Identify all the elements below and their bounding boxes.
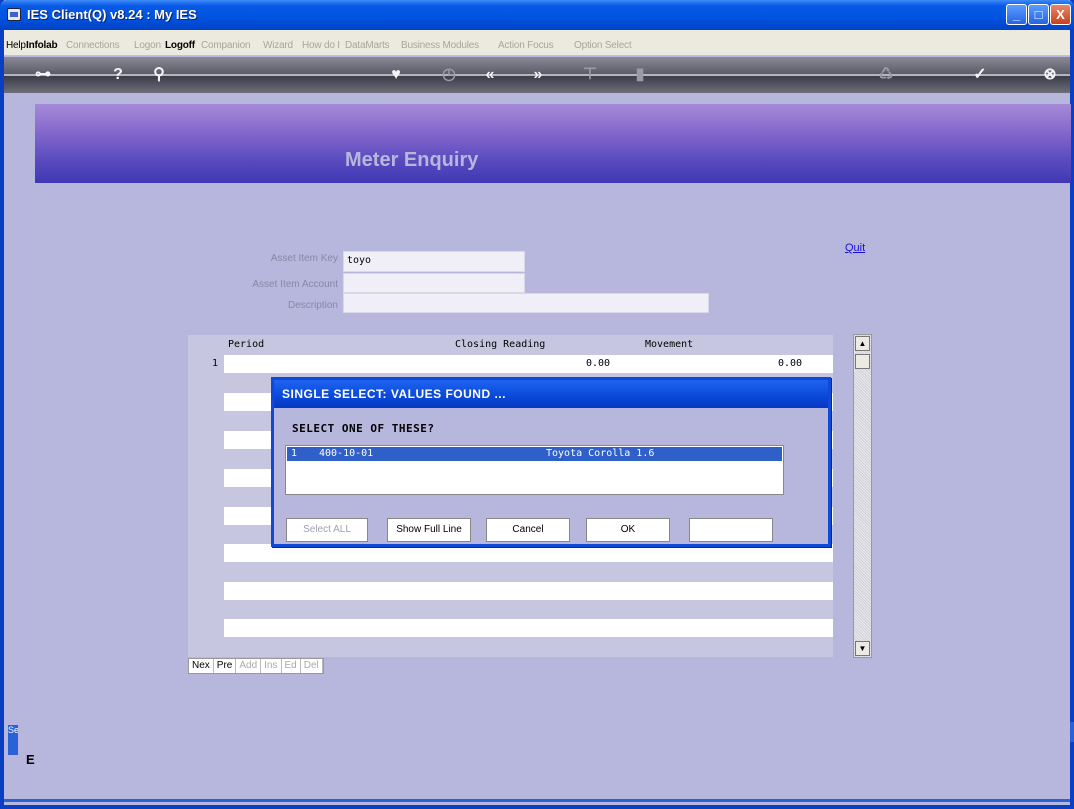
scroll-up-icon[interactable]: ▲ [855, 336, 870, 351]
page-banner: Meter Enquiry [35, 104, 1071, 183]
table-row[interactable] [224, 619, 833, 637]
page-title: Meter Enquiry [345, 149, 479, 171]
tree-icon[interactable]: ⊤ [579, 64, 601, 86]
select-all-button[interactable]: Select ALL [286, 518, 368, 542]
menu-logoff[interactable]: Logoff [165, 40, 195, 51]
dialog-side-input[interactable] [689, 518, 773, 542]
dialog-title-bar[interactable]: SINGLE SELECT: VALUES FOUND ... [274, 380, 828, 408]
cancel-button[interactable]: Cancel [486, 518, 570, 542]
forward-icon[interactable]: » [527, 64, 549, 86]
right-edge-tab[interactable] [1070, 722, 1074, 742]
menu-bar: Help Infolab Connections Logon Logoff Co… [4, 30, 1070, 56]
table-row[interactable] [224, 355, 833, 373]
column-header-period[interactable]: Period [228, 339, 264, 350]
menu-option-select[interactable]: Option Select [574, 40, 632, 51]
title-bar[interactable]: IES Client(Q) v8.24 : My IES _ □ X [0, 0, 1074, 30]
rewind-icon[interactable]: « [479, 64, 501, 86]
table-row[interactable] [224, 582, 833, 600]
add-button[interactable]: Add [236, 659, 262, 673]
window-bottom-border [4, 799, 1070, 802]
grid-scrollbar[interactable]: ▲ ▼ [853, 334, 872, 658]
session-tab[interactable]: Ses [8, 725, 18, 755]
column-header-movement[interactable]: Movement [645, 339, 693, 350]
single-select-dialog: SINGLE SELECT: VALUES FOUND ... SELECT O… [271, 377, 831, 547]
app-icon [7, 8, 21, 21]
dialog-title: SINGLE SELECT: VALUES FOUND ... [282, 387, 506, 401]
recycle-icon[interactable]: ♺ [875, 64, 897, 86]
menu-how-do-i[interactable]: How do I [302, 40, 340, 51]
row-closing-reading[interactable]: 0.00 [586, 358, 610, 369]
row-movement[interactable]: 0.00 [778, 358, 802, 369]
clock-icon[interactable]: ◷ [438, 64, 460, 86]
menu-business-modules[interactable]: Business Modules [401, 40, 479, 51]
check-icon[interactable]: ✓ [969, 64, 991, 86]
search-icon[interactable]: ⚲ [148, 64, 170, 86]
menu-companion[interactable]: Companion [201, 40, 251, 51]
ok-button[interactable]: OK [586, 518, 670, 542]
options-list[interactable]: 1 400-10-01 Toyota Corolla 1.6 [285, 445, 784, 495]
minimize-button[interactable]: _ [1006, 4, 1027, 25]
window-title: IES Client(Q) v8.24 : My IES [27, 7, 197, 22]
scroll-down-icon[interactable]: ▼ [855, 641, 870, 656]
grid-nav-buttons: Nex Pre Add Ins Ed Del [188, 658, 324, 674]
maximize-button[interactable]: □ [1028, 4, 1049, 25]
asset-item-key-field[interactable]: toyo [343, 251, 525, 272]
close-button[interactable]: X [1050, 4, 1071, 25]
next-button[interactable]: Nex [189, 659, 214, 673]
option-number: 1 [291, 448, 298, 459]
list-item[interactable]: 1 400-10-01 Toyota Corolla 1.6 [287, 447, 782, 461]
option-name: Toyota Corolla 1.6 [546, 448, 655, 459]
option-code: 400-10-01 [319, 448, 374, 459]
window-icon[interactable]: ▮ [629, 64, 651, 86]
asset-item-key-label: Asset Item Key [270, 253, 338, 264]
close-icon[interactable]: ⊗ [1039, 64, 1061, 86]
menu-action-focus[interactable]: Action Focus [498, 40, 554, 51]
menu-infolab[interactable]: Infolab [26, 40, 58, 51]
quit-link[interactable]: Quit [845, 242, 865, 254]
help-icon[interactable]: ? [107, 64, 129, 86]
delete-button[interactable]: Del [301, 659, 323, 673]
description-field[interactable] [343, 293, 709, 313]
toolbar: ⊶ ? ⚲ ♥ ◷ « » ⊤ ▮ ♺ ✓ ⊗ [4, 57, 1070, 93]
session-letter: E [26, 752, 35, 767]
heart-icon[interactable]: ♥ [385, 64, 407, 86]
insert-button[interactable]: Ins [261, 659, 282, 673]
scroll-thumb[interactable] [855, 354, 870, 369]
menu-logon[interactable]: Logon [134, 40, 161, 51]
dialog-prompt: SELECT ONE OF THESE? [292, 422, 435, 435]
key-icon[interactable]: ⊶ [32, 64, 54, 86]
menu-help[interactable]: Help [6, 40, 26, 51]
asset-item-account-field[interactable] [343, 273, 525, 293]
previous-button[interactable]: Pre [214, 659, 237, 673]
column-header-closing-reading[interactable]: Closing Reading [455, 339, 545, 350]
menu-connections[interactable]: Connections [66, 40, 120, 51]
description-label: Description [287, 300, 338, 311]
menu-datamarts[interactable]: DataMarts [345, 40, 390, 51]
asset-item-account-label: Asset Item Account [252, 279, 338, 290]
menu-wizard[interactable]: Wizard [263, 40, 293, 51]
show-full-line-button[interactable]: Show Full Line [387, 518, 471, 542]
edit-button[interactable]: Ed [282, 659, 301, 673]
row-number: 1 [212, 358, 219, 369]
